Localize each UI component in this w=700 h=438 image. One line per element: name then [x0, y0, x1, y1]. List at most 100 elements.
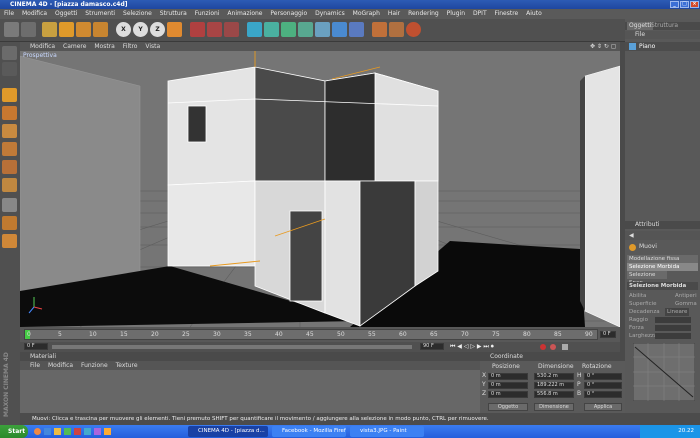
- deformer-icon[interactable]: [315, 22, 330, 37]
- record-key-icon[interactable]: [540, 344, 546, 350]
- quicklaunch-app-icon[interactable]: [84, 428, 91, 435]
- model-mode-icon[interactable]: [372, 22, 387, 37]
- maximize-button[interactable]: □: [680, 1, 689, 8]
- menu-plugin[interactable]: Plugin: [447, 10, 465, 17]
- x-axis-icon[interactable]: X: [116, 22, 131, 37]
- size-z-field[interactable]: 556.8 m: [534, 391, 574, 398]
- edges-mode-icon[interactable]: [2, 142, 17, 156]
- keyframe-selection-icon[interactable]: [562, 344, 568, 350]
- object-name[interactable]: Piano: [639, 42, 655, 51]
- menu-finestre[interactable]: Finestre: [495, 10, 519, 17]
- clock[interactable]: 20.22: [678, 428, 694, 434]
- viewport-nav-icons[interactable]: ✥ ⇕ ↻ ▢: [590, 42, 616, 51]
- viewport-menu-vista[interactable]: Vista: [145, 43, 160, 50]
- redo-icon[interactable]: [21, 22, 36, 37]
- rotation-b-field[interactable]: 0 °: [584, 391, 622, 398]
- record-icon[interactable]: [406, 22, 421, 37]
- timeline-end-field[interactable]: 0 F: [600, 331, 616, 338]
- points-mode-icon[interactable]: [2, 124, 17, 138]
- menu-mograph[interactable]: MoGraph: [353, 10, 380, 17]
- rotation-p-field[interactable]: 0 °: [584, 382, 622, 389]
- menu-selezione[interactable]: Selezione: [123, 10, 152, 17]
- axis-mode-icon[interactable]: [2, 88, 17, 102]
- quicklaunch-app-icon[interactable]: [64, 428, 71, 435]
- size-y-field[interactable]: 189.222 m: [534, 382, 574, 389]
- quicklaunch-folder-icon[interactable]: [54, 428, 61, 435]
- timeline[interactable]: 0 5 10 15 20 25 30 35 40 45 50 55 60 65 …: [20, 327, 620, 342]
- objects-menu-file[interactable]: File: [635, 31, 645, 38]
- materials-menu-file[interactable]: File: [30, 362, 40, 369]
- quicklaunch-app-icon[interactable]: [74, 428, 81, 435]
- taskbar-item-paint[interactable]: vista3.JPG - Paint: [350, 426, 424, 437]
- polygons-mode-icon[interactable]: [2, 160, 17, 174]
- field-raggio[interactable]: Raggio: [627, 316, 698, 324]
- menu-personaggio[interactable]: Personaggio: [270, 10, 307, 17]
- spline-icon[interactable]: [264, 22, 279, 37]
- checker-icon[interactable]: [2, 198, 17, 212]
- menu-oggetti[interactable]: Oggetti: [55, 10, 77, 17]
- materials-menu-modifica[interactable]: Modifica: [48, 362, 73, 369]
- scale-icon[interactable]: [76, 22, 91, 37]
- workplane-icon[interactable]: [2, 216, 17, 230]
- preview-range-slider[interactable]: [52, 345, 412, 349]
- render-view-icon[interactable]: [190, 22, 205, 37]
- scene-icon[interactable]: [332, 22, 347, 37]
- close-button[interactable]: ×: [690, 1, 699, 8]
- falloff-curve-graph[interactable]: [633, 343, 695, 401]
- tab-selezione-snap[interactable]: Selezione Snap: [627, 271, 667, 286]
- size-x-field[interactable]: 530.2 m: [534, 373, 574, 380]
- menu-dpit[interactable]: DPIT: [473, 10, 487, 17]
- move-icon[interactable]: [59, 22, 74, 37]
- menu-funzioni[interactable]: Funzioni: [195, 10, 220, 17]
- materials-menu-texture[interactable]: Texture: [116, 362, 138, 369]
- position-x-field[interactable]: 0 m: [488, 373, 528, 380]
- coordinate-mode-dropdown[interactable]: Oggetto: [488, 403, 528, 411]
- start-frame-field[interactable]: 0 F: [24, 343, 48, 350]
- playback-controls-icon[interactable]: ⏮ ◀ ◁ ▷ ▶ ⏭ ⏺: [450, 342, 494, 352]
- menu-rendering[interactable]: Rendering: [408, 10, 439, 17]
- field-larghezza[interactable]: Larghezza: [627, 332, 698, 340]
- taskbar-item-cinema4d[interactable]: CINEMA 4D - [piazza d...: [188, 426, 268, 437]
- tab-struttura[interactable]: Struttura: [649, 22, 680, 30]
- materials-menu-funzione[interactable]: Funzione: [81, 362, 108, 369]
- menu-struttura[interactable]: Struttura: [160, 10, 187, 17]
- timeline-ruler[interactable]: 0 5 10 15 20 25 30 35 40 45 50 55 60 65 …: [24, 329, 598, 340]
- field-abilita[interactable]: Abilita Antiperi: [627, 292, 698, 300]
- materials-area[interactable]: [20, 370, 480, 413]
- position-z-field[interactable]: 0 m: [488, 391, 528, 398]
- menu-animazione[interactable]: Animazione: [227, 10, 262, 17]
- z-axis-icon[interactable]: Z: [150, 22, 165, 37]
- quicklaunch-firefox-icon[interactable]: [34, 428, 41, 435]
- menu-modifica[interactable]: Modifica: [22, 10, 47, 17]
- tab-selezione-morbida[interactable]: Selezione Morbida: [627, 263, 698, 271]
- nurbs-icon[interactable]: [281, 22, 296, 37]
- apply-button[interactable]: Applica: [584, 403, 622, 411]
- menu-dynamics[interactable]: Dynamics: [315, 10, 345, 17]
- menu-strumenti[interactable]: Strumenti: [85, 10, 115, 17]
- back-arrow-icon[interactable]: ◀: [629, 232, 634, 239]
- menu-file[interactable]: File: [4, 10, 14, 17]
- field-superficie[interactable]: Superficie Gomma: [627, 300, 698, 308]
- object-row[interactable]: Piano: [625, 42, 700, 51]
- viewport-menu-camere[interactable]: Camere: [63, 43, 86, 50]
- right-building[interactable]: [584, 65, 620, 327]
- texture-mode-icon[interactable]: [389, 22, 404, 37]
- object-mode-icon[interactable]: [2, 62, 17, 76]
- field-forza[interactable]: Forza: [627, 324, 698, 332]
- viewport-menu-filtro[interactable]: Filtro: [123, 43, 138, 50]
- rotation-h-field[interactable]: 0 °: [584, 373, 622, 380]
- viewport-scene[interactable]: [20, 51, 620, 327]
- autokey-icon[interactable]: [550, 344, 556, 350]
- render-picture-viewer-icon[interactable]: [207, 22, 222, 37]
- menu-aiuto[interactable]: Aiuto: [526, 10, 542, 17]
- 3d-viewport[interactable]: Prospettiva: [20, 51, 620, 327]
- quicklaunch-app-icon[interactable]: [94, 428, 101, 435]
- end-frame-field[interactable]: 90 F: [420, 343, 444, 350]
- live-selection-icon[interactable]: [42, 22, 57, 37]
- menu-hair[interactable]: Hair: [388, 10, 400, 17]
- minimize-button[interactable]: _: [670, 1, 679, 8]
- array-icon[interactable]: [298, 22, 313, 37]
- viewport-menu-modifica[interactable]: Modifica: [30, 43, 55, 50]
- position-y-field[interactable]: 0 m: [488, 382, 528, 389]
- rotate-icon[interactable]: [93, 22, 108, 37]
